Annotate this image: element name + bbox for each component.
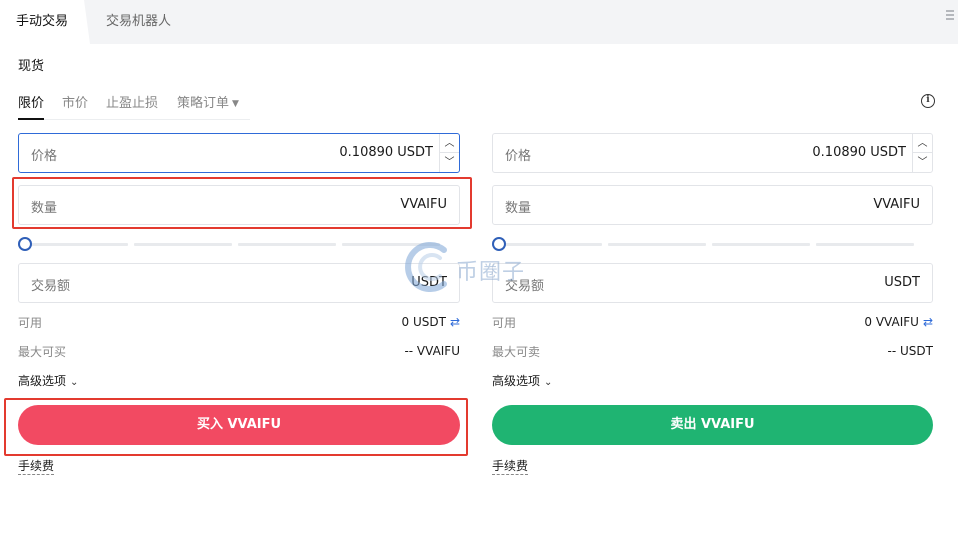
sell-total-unit: USDT <box>884 275 920 290</box>
sell-amount-slider[interactable] <box>492 237 932 251</box>
stepper-up-icon[interactable]: ︿ <box>913 134 932 153</box>
chevron-down-icon: ⌄ <box>70 377 79 388</box>
buy-price-value: 0.10890 USDT <box>339 145 433 160</box>
swap-icon[interactable]: ⇄ <box>923 315 933 329</box>
sell-amount-unit: VVAIFU <box>873 197 920 212</box>
order-type-tabs: 限价 市价 止盈止损 策略订单 ▼ <box>18 92 250 120</box>
buy-amount-slider[interactable] <box>18 237 458 251</box>
buy-advanced-label: 高级选项 <box>18 374 67 388</box>
caret-down-icon: ▼ <box>232 99 239 109</box>
chevron-down-icon: ⌄ <box>544 377 553 388</box>
watermark-icon <box>405 242 447 292</box>
sell-price-input[interactable]: 价格 0.10890 USDT ︿ ﹀ <box>492 133 933 173</box>
buy-total-label: 交易额 <box>31 279 71 294</box>
sell-price-label: 价格 <box>505 149 532 164</box>
trade-panel: 手动交易 交易机器人 现货 限价 市价 止盈止损 策略订单 ▼ i 价格 0.10… <box>0 0 958 544</box>
highlight-box-buy <box>4 398 468 456</box>
tab-limit[interactable]: 限价 <box>18 92 45 120</box>
swap-icon[interactable]: ⇄ <box>450 315 460 329</box>
section-title: 现货 <box>18 59 45 74</box>
sell-total-input[interactable]: 交易额 USDT <box>492 263 933 303</box>
buy-available-value: 0 USDT ⇄ <box>402 315 460 329</box>
sell-amount-label: 数量 <box>505 201 532 216</box>
info-icon[interactable]: i <box>921 94 935 108</box>
buy-max-value: -- VVAIFU <box>404 344 460 358</box>
sell-available-value: 0 VVAIFU ⇄ <box>864 315 933 329</box>
sell-price-stepper: ︿ ﹀ <box>912 134 932 172</box>
sell-advanced-options[interactable]: 高级选项 ⌄ <box>492 372 552 389</box>
buy-advanced-options[interactable]: 高级选项 ⌄ <box>18 372 78 389</box>
tab-tp-sl[interactable]: 止盈止损 <box>106 92 158 111</box>
top-tab-bar: 手动交易 交易机器人 <box>0 0 958 44</box>
buy-max-label: 最大可买 <box>18 345 67 359</box>
sell-fee-link[interactable]: 手续费 <box>492 459 529 475</box>
highlight-box-amount <box>12 177 472 229</box>
menu-icon[interactable] <box>946 10 954 22</box>
buy-total-input[interactable]: 交易额 USDT <box>18 263 460 303</box>
slider-track <box>24 243 458 246</box>
slider-handle[interactable] <box>18 237 32 251</box>
sell-available-label: 可用 <box>492 316 517 330</box>
watermark-text: 币圈子 <box>456 260 526 285</box>
buy-available-label: 可用 <box>18 316 43 330</box>
stepper-down-icon[interactable]: ﹀ <box>440 153 459 172</box>
sell-advanced-label: 高级选项 <box>492 374 541 388</box>
sell-max-value: -- USDT <box>887 344 933 358</box>
tab-market[interactable]: 市价 <box>62 92 88 111</box>
tab-trading-bot[interactable]: 交易机器人 <box>106 0 171 44</box>
buy-price-stepper: ︿ ﹀ <box>439 134 459 172</box>
sell-available-amount: 0 VVAIFU <box>864 315 919 329</box>
buy-available-amount: 0 USDT <box>401 315 446 329</box>
slider-track <box>498 243 932 246</box>
stepper-down-icon[interactable]: ﹀ <box>913 153 932 172</box>
tab-manual-trade[interactable]: 手动交易 <box>0 0 90 44</box>
buy-fee-link[interactable]: 手续费 <box>18 459 55 475</box>
sell-price-value: 0.10890 USDT <box>812 145 906 160</box>
watermark-logo: 币圈子 <box>404 242 554 292</box>
tab-strategy-order[interactable]: 策略订单 ▼ <box>177 92 239 111</box>
sell-amount-input[interactable]: 数量 VVAIFU <box>492 185 933 225</box>
sell-max-label: 最大可卖 <box>492 345 541 359</box>
stepper-up-icon[interactable]: ︿ <box>440 134 459 153</box>
buy-price-input[interactable]: 价格 0.10890 USDT ︿ ﹀ <box>18 133 460 173</box>
buy-price-label: 价格 <box>31 149 58 164</box>
sell-button[interactable]: 卖出 VVAIFU <box>492 405 933 445</box>
tab-strategy-order-label: 策略订单 <box>177 96 230 111</box>
